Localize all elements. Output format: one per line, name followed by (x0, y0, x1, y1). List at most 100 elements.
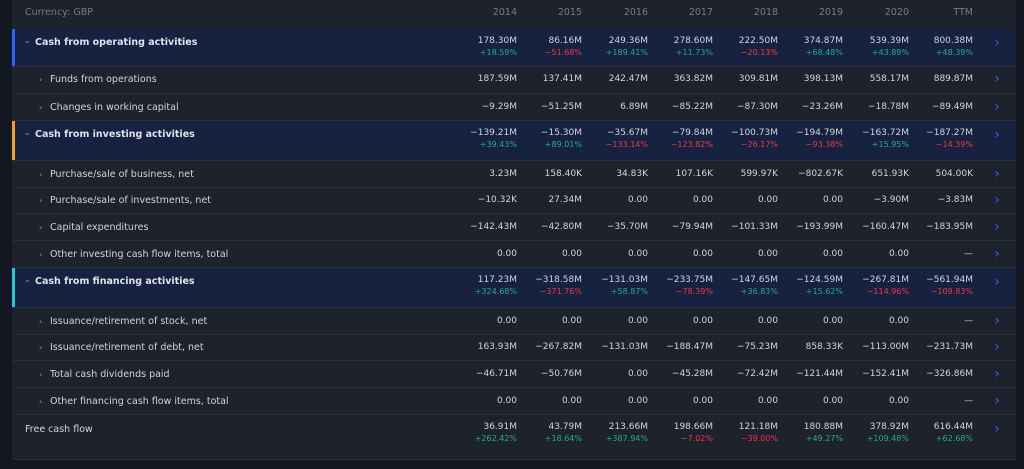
value-cell-2014: 0.00 (443, 316, 517, 327)
table-row-cash-from-financing-activities[interactable]: ⌄ Cash from financing activities 117.23M +3… (12, 268, 1016, 308)
chevron-right-icon[interactable]: › (992, 193, 1002, 207)
chevron-right-icon[interactable]: › (39, 74, 42, 85)
chevron-right-icon[interactable]: › (39, 102, 42, 113)
table-row-cash-from-operating-activities[interactable]: ⌄ Cash from operating activities 178.30M +1… (12, 29, 1016, 67)
cell-value: 858.33K (805, 342, 843, 352)
chevron-right-icon[interactable]: › (39, 369, 42, 380)
chevron-right-icon[interactable]: › (39, 342, 42, 353)
cell-value: 374.87M (803, 36, 843, 46)
row-label: Cash from investing activities (35, 129, 195, 140)
cell-value: −87.30M (736, 102, 778, 112)
cell-value: −113.00M (862, 342, 909, 352)
table-row-total-cash-dividends-paid[interactable]: › Total cash dividends paid −46.71M −50.76M… (12, 361, 1016, 388)
cell-value: 3.23M (489, 169, 517, 179)
column-header-2019: 2019 (818, 7, 843, 18)
value-cell-2020: 0.00 (835, 249, 909, 260)
chevron-right-icon[interactable]: › (992, 275, 1002, 289)
chevron-right-icon[interactable]: › (992, 422, 1002, 436)
chevron-right-icon[interactable]: › (39, 195, 42, 206)
cell-change: +62.68% (935, 434, 973, 443)
cell-value: −267.82M (535, 342, 582, 352)
table-row-free-cash-flow[interactable]: Free cash flow 36.91M +262.42% 43.79M +18.64… (12, 415, 1016, 460)
value-cell-2020: −163.72M +15.95% (835, 128, 909, 150)
cell-value: 0.00 (692, 249, 713, 259)
value-cell-2015: 0.00 (508, 316, 582, 327)
value-cell-ttm: 616.44M +62.68% (899, 422, 973, 444)
section-accent-bar (12, 268, 15, 307)
chevron-right-icon[interactable]: › (39, 316, 42, 327)
cell-value: 0.00 (692, 396, 713, 406)
value-cell-2018: −87.30M (704, 102, 778, 113)
table-row-cash-from-investing-activities[interactable]: ⌄ Cash from investing activities −139.21M +… (12, 121, 1016, 161)
chevron-right-icon[interactable]: › (992, 167, 1002, 181)
cell-change: −26.17% (740, 140, 778, 149)
value-cell-2019: 0.00 (769, 195, 843, 206)
value-cell-2017: 0.00 (639, 396, 713, 407)
cell-value: −802.67K (798, 169, 843, 179)
cell-value: −121.44M (796, 369, 843, 379)
chevron-right-icon[interactable]: › (992, 220, 1002, 234)
table-row-purchase-sale-of-business-net[interactable]: › Purchase/sale of business, net 3.23M 158.… (12, 161, 1016, 188)
chevron-right-icon[interactable]: › (39, 222, 42, 233)
table-row-other-financing-cash-flow-items-total[interactable]: › Other financing cash flow items, total 0… (12, 388, 1016, 415)
table-row-changes-in-working-capital[interactable]: › Changes in working capital −9.29M −51.25M… (12, 94, 1016, 121)
cell-value: 187.59M (477, 74, 517, 84)
cell-change: +39.43% (479, 140, 517, 149)
value-cell-2020: 0.00 (835, 316, 909, 327)
cell-value: 558.17M (869, 74, 909, 84)
cell-value: 213.66M (608, 422, 648, 432)
cell-value: 0.00 (888, 249, 909, 259)
column-header-2014: 2014 (492, 7, 517, 18)
value-cell-2019: 0.00 (769, 316, 843, 327)
row-label: Capital expenditures (50, 222, 149, 233)
value-cell-2019: −23.26M (769, 102, 843, 113)
chevron-down-icon[interactable]: ⌄ (24, 274, 31, 285)
chevron-right-icon[interactable]: › (39, 396, 42, 407)
value-cell-2020: −113.00M (835, 342, 909, 353)
table-row-funds-from-operations[interactable]: › Funds from operations 187.59M 137.41M 242.… (12, 66, 1016, 94)
cell-value: 137.41M (542, 74, 582, 84)
cell-change: −51.68% (544, 48, 582, 57)
cell-value: 0.00 (561, 249, 582, 259)
chevron-right-icon[interactable]: › (992, 314, 1002, 328)
chevron-right-icon[interactable]: › (992, 367, 1002, 381)
chevron-right-icon[interactable]: › (992, 36, 1002, 50)
chevron-right-icon[interactable]: › (992, 72, 1002, 86)
chevron-down-icon[interactable]: ⌄ (24, 127, 31, 138)
value-cell-2015: −267.82M (508, 342, 582, 353)
chevron-right-icon[interactable]: › (39, 249, 42, 260)
table-row-issuance-retirement-of-debt-net[interactable]: › Issuance/retirement of debt, net 163.93M… (12, 334, 1016, 361)
row-label: Issuance/retirement of debt, net (50, 342, 204, 353)
value-cell-2019: −121.44M (769, 369, 843, 380)
cell-value: 86.16M (548, 36, 582, 46)
value-cell-ttm: −187.27M −14.39% (899, 128, 973, 150)
value-cell-2016: 213.66M +387.94% (574, 422, 648, 444)
cell-value: 34.83K (616, 169, 648, 179)
value-cell-ttm: −561.94M −109.83% (899, 275, 973, 297)
value-cell-2019: −124.59M +15.62% (769, 275, 843, 297)
chevron-down-icon[interactable]: ⌄ (24, 35, 31, 46)
table-row-other-investing-cash-flow-items-total[interactable]: › Other investing cash flow items, total 0… (12, 241, 1016, 268)
cell-value: −35.67M (606, 128, 648, 138)
value-cell-2020: 0.00 (835, 396, 909, 407)
chevron-right-icon[interactable]: › (992, 394, 1002, 408)
chevron-right-icon[interactable]: › (39, 169, 42, 180)
cell-value: −79.94M (671, 222, 713, 232)
table-row-issuance-retirement-of-stock-net[interactable]: › Issuance/retirement of stock, net 0.00 0.… (12, 308, 1016, 335)
table-row-purchase-sale-of-investments-net[interactable]: › Purchase/sale of investments, net −10.32… (12, 187, 1016, 214)
value-cell-2018: −147.65M +36.83% (704, 275, 778, 297)
cell-value: 222.50M (738, 36, 778, 46)
table-row-capital-expenditures[interactable]: › Capital expenditures −142.43M −42.80M −35.… (12, 214, 1016, 241)
chevron-right-icon[interactable]: › (992, 247, 1002, 261)
cell-value: 0.00 (757, 396, 778, 406)
chevron-right-icon[interactable]: › (992, 100, 1002, 114)
value-cell-ttm: — (899, 396, 973, 407)
chevron-right-icon[interactable]: › (992, 128, 1002, 142)
cell-value: −131.03M (601, 275, 648, 285)
value-cell-2018: 0.00 (704, 316, 778, 327)
value-cell-ttm: −231.73M (899, 342, 973, 353)
value-cell-ttm: — (899, 316, 973, 327)
value-cell-2017: 107.16K (639, 169, 713, 180)
cell-value: −72.42M (736, 369, 778, 379)
chevron-right-icon[interactable]: › (992, 340, 1002, 354)
